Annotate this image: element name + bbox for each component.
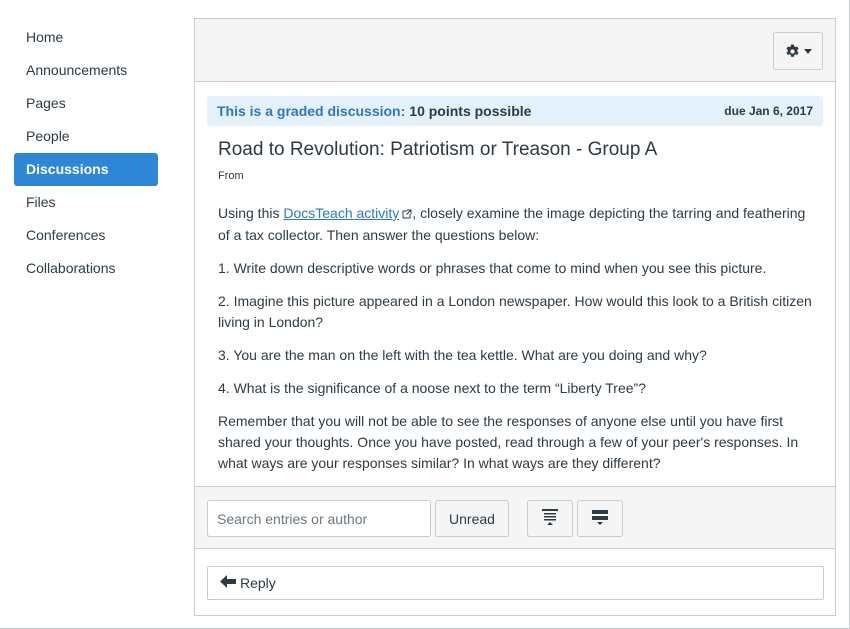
question-1: 1. Write down descriptive words or phras… <box>218 260 767 276</box>
author-from: From <box>218 170 244 182</box>
discussion-header <box>195 19 835 82</box>
search-input[interactable] <box>207 500 431 537</box>
collapse-all-button[interactable] <box>577 500 623 537</box>
external-link-icon <box>402 204 412 225</box>
discussion-title: Road to Revolution: Patriotism or Treaso… <box>218 139 658 160</box>
reply-arrow-icon <box>220 575 240 591</box>
discussion-body: Using this DocsTeach activity, closely e… <box>218 203 818 486</box>
sidebar-item-discussions[interactable]: Discussions <box>14 153 158 186</box>
expand-all-button[interactable] <box>527 500 573 537</box>
due-date: due Jan 6, 2017 <box>724 104 813 118</box>
sidebar-item-home[interactable]: Home <box>14 21 158 54</box>
gear-icon <box>785 43 800 59</box>
sidebar-item-collaborations[interactable]: Collaborations <box>14 252 158 285</box>
intro-paragraph: Using this DocsTeach activity, closely e… <box>218 203 818 246</box>
points-possible: 10 points possible <box>409 103 532 119</box>
course-navigation: Home Announcements Pages People Discussi… <box>14 21 158 285</box>
sidebar-item-files[interactable]: Files <box>14 186 158 219</box>
unread-filter-button[interactable]: Unread <box>435 500 509 537</box>
question-3: 3. You are the man on the left with the … <box>218 347 707 363</box>
discussion-toolbar: Unread <box>195 486 835 549</box>
sidebar-item-pages[interactable]: Pages <box>14 87 158 120</box>
settings-menu-button[interactable] <box>773 32 823 70</box>
graded-label: This is a graded discussion: <box>217 103 406 119</box>
reply-button[interactable]: Reply <box>207 566 824 600</box>
sidebar-item-people[interactable]: People <box>14 120 158 153</box>
graded-discussion-banner: This is a graded discussion: 10 points po… <box>207 96 823 126</box>
question-4: 4. What is the significance of a noose n… <box>218 380 646 396</box>
graded-info: This is a graded discussion: 10 points po… <box>217 103 531 119</box>
closing-paragraph: Remember that you will not be able to se… <box>218 413 799 471</box>
caret-down-icon <box>803 48 812 54</box>
reply-label: Reply <box>240 575 276 591</box>
intro-text-start: Using this <box>218 205 284 221</box>
expand-all-icon <box>542 508 558 529</box>
question-2: 2. Imagine this picture appeared in a Lo… <box>218 293 812 330</box>
sidebar-item-announcements[interactable]: Announcements <box>14 54 158 87</box>
collapse-all-icon <box>592 508 608 529</box>
discussion-panel: This is a graded discussion: 10 points po… <box>194 18 836 616</box>
sidebar-item-conferences[interactable]: Conferences <box>14 219 158 252</box>
docsteach-link[interactable]: DocsTeach activity <box>283 205 399 221</box>
